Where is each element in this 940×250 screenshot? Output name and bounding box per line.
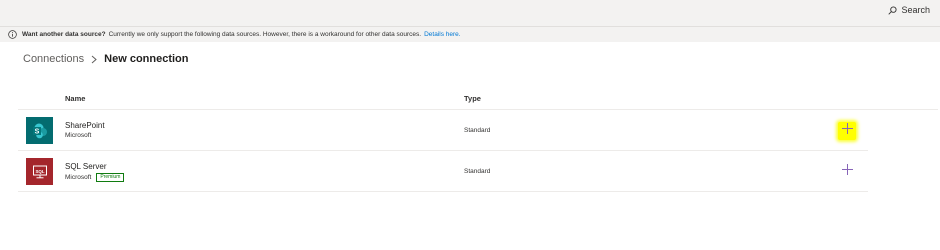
table-row-sharepoint[interactable]: S SharePoint Microsoft Standard [18,110,868,151]
info-icon [8,30,17,39]
add-sql-server-button[interactable] [838,163,856,181]
add-sharepoint-button[interactable] [838,122,856,140]
table-header: Name Type [18,86,938,110]
publisher-label: Microsoft [65,132,92,139]
search-label: Search [901,5,930,15]
connections-table: Name Type S SharePoint Microsoft Standar… [18,86,938,192]
search-button[interactable]: Search [888,5,930,15]
sql-server-icon: SQL [26,158,53,185]
chevron-right-icon [91,55,97,64]
svg-text:SQL: SQL [35,168,44,173]
svg-text:S: S [34,128,39,135]
connector-publisher: Microsoft [65,132,91,139]
table-row-sql-server[interactable]: SQL SQL Server Microsoft Premium Standar… [18,151,868,192]
premium-badge: Premium [96,173,125,182]
breadcrumb: Connections New connection [23,53,189,65]
connector-publisher: Microsoft Premium [65,173,125,182]
connector-type: Standard [464,127,491,134]
breadcrumb-connections[interactable]: Connections [23,53,84,65]
search-icon [888,5,898,15]
page-title: New connection [104,53,189,65]
column-header-name[interactable]: Name [65,94,85,103]
banner-text: Currently we only support the following … [108,31,422,38]
connector-name: SharePoint [65,121,105,130]
banner-details-link[interactable]: Details here. [424,31,461,38]
top-bar: Search [0,0,940,26]
info-banner: Want another data source? Currently we o… [0,26,940,42]
column-header-type[interactable]: Type [464,94,481,103]
connector-name: SQL Server [65,162,107,171]
sharepoint-icon: S [26,117,53,144]
publisher-label: Microsoft [65,174,92,181]
plus-icon [841,163,854,181]
plus-icon [841,122,854,140]
banner-title: Want another data source? [22,31,106,38]
connector-type: Standard [464,168,491,175]
